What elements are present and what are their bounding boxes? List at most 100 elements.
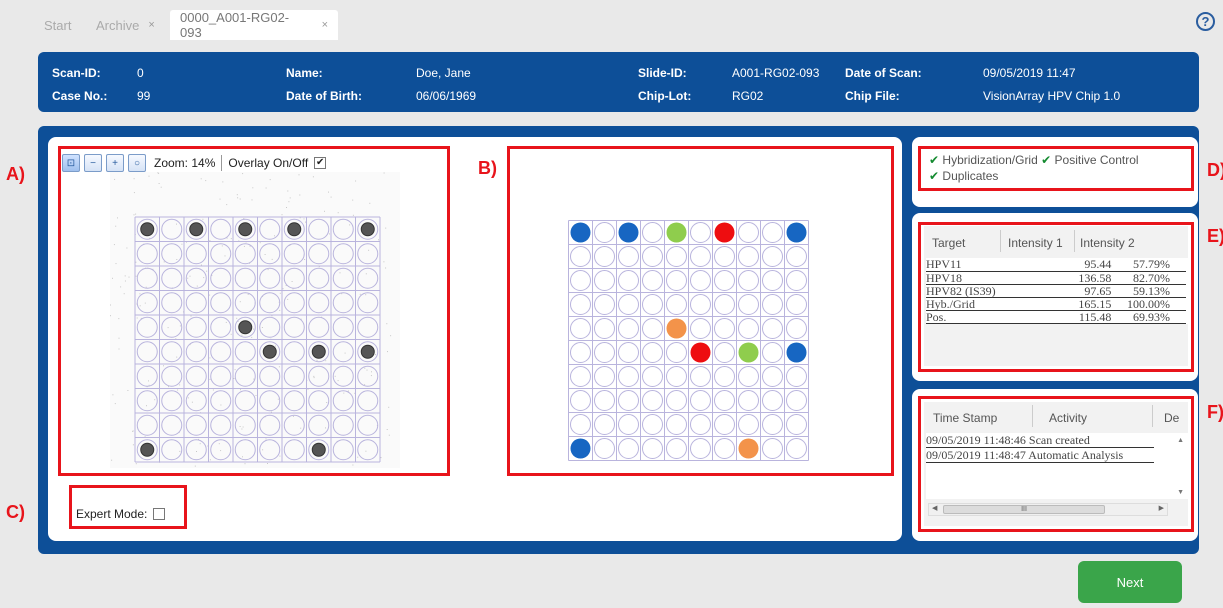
annotation-e: E) xyxy=(1207,226,1223,246)
close-icon[interactable]: × xyxy=(322,19,328,31)
overlay-checkbox[interactable]: ✔ xyxy=(314,157,327,169)
spot-outline xyxy=(714,342,735,363)
texture-speck xyxy=(112,277,113,279)
texture-speck xyxy=(282,288,284,290)
texture-speck xyxy=(209,459,211,461)
texture-speck xyxy=(274,235,275,237)
scroll-thumb[interactable]: III xyxy=(943,505,1105,514)
name-value: Doe, Jane xyxy=(416,66,471,80)
texture-speck xyxy=(326,402,328,403)
texture-speck xyxy=(133,214,135,216)
spot-outline xyxy=(762,222,783,243)
scroll-left-icon[interactable]: ◀ xyxy=(932,504,937,512)
spot-outline xyxy=(762,366,783,387)
texture-speck xyxy=(267,463,268,464)
result-spot-blue xyxy=(570,438,591,459)
table-row[interactable]: Pos. 115.48 69.93% xyxy=(926,310,1186,323)
spot-outline xyxy=(618,246,639,267)
texture-speck xyxy=(133,178,135,180)
texture-speck xyxy=(145,286,147,288)
table-row[interactable]: HPV18 136.58 82.70% xyxy=(926,271,1186,284)
column-header[interactable]: Activity xyxy=(1049,411,1087,425)
scroll-right-icon[interactable]: ▶ xyxy=(1159,504,1164,512)
tab-archive[interactable]: Archive × xyxy=(86,10,165,40)
texture-speck xyxy=(334,375,336,377)
column-header[interactable]: Intensity 2 xyxy=(1080,236,1135,250)
table-row[interactable]: HPV11 95.44 57.79% xyxy=(926,258,1186,271)
texture-speck xyxy=(220,450,222,452)
list-item[interactable]: 09/05/2019 11:48:47 Automatic Analysis xyxy=(926,448,1154,463)
texture-speck xyxy=(387,351,388,353)
texture-speck xyxy=(239,198,241,200)
texture-speck xyxy=(132,431,134,432)
texture-speck xyxy=(205,180,207,182)
texture-speck xyxy=(135,213,137,215)
zoom-reset-icon[interactable]: ○ xyxy=(128,154,146,172)
spot-outline xyxy=(666,414,687,435)
texture-speck xyxy=(313,377,315,379)
column-header[interactable]: De xyxy=(1164,411,1179,425)
spot-outline xyxy=(786,414,807,435)
list-item[interactable]: 09/05/2019 11:48:46 Scan created xyxy=(926,433,1154,448)
spot-outline xyxy=(666,342,687,363)
fit-icon[interactable]: ⊡ xyxy=(62,154,80,172)
spot-outline xyxy=(762,390,783,411)
slide-id-value: A001-RG02-093 xyxy=(732,66,820,80)
texture-speck xyxy=(189,275,191,277)
zoom-out-icon[interactable]: − xyxy=(84,154,102,172)
texture-speck xyxy=(253,328,254,330)
texture-speck xyxy=(209,378,211,380)
texture-speck xyxy=(115,225,117,227)
detected-spot xyxy=(140,442,155,457)
texture-speck xyxy=(241,334,243,336)
close-icon[interactable]: × xyxy=(148,19,154,31)
texture-speck xyxy=(220,404,222,406)
texture-speck xyxy=(244,463,246,465)
spot-outline xyxy=(570,366,591,387)
texture-speck xyxy=(111,459,113,461)
spot-outline xyxy=(690,390,711,411)
table-row[interactable]: Hyb./Grid 165.15 100.00% xyxy=(926,297,1186,310)
chip-lot-label: Chip-Lot: xyxy=(638,89,692,103)
table-cell: 100.00% xyxy=(1127,296,1170,311)
spot-outline xyxy=(786,294,807,315)
scroll-up-icon[interactable]: ▲ xyxy=(1177,437,1184,444)
texture-speck xyxy=(388,406,390,408)
texture-speck xyxy=(313,375,315,377)
texture-speck xyxy=(187,277,189,279)
chip-file-value: VisionArray HPV Chip 1.0 xyxy=(983,89,1121,103)
spot-outline xyxy=(594,366,615,387)
column-header[interactable]: Time Stamp xyxy=(933,411,997,425)
texture-speck xyxy=(352,464,354,466)
table-row[interactable]: HPV82 (IS39) 97.65 59.13% xyxy=(926,284,1186,297)
scroll-down-icon[interactable]: ▼ xyxy=(1177,489,1184,496)
detected-spot xyxy=(189,222,204,237)
log-list: 09/05/2019 11:48:46 Scan created 09/05/20… xyxy=(926,433,1188,463)
column-header[interactable]: Target xyxy=(932,236,965,250)
texture-speck xyxy=(242,456,243,458)
texture-speck xyxy=(269,179,271,181)
tab-start[interactable]: Start xyxy=(34,10,81,40)
texture-speck xyxy=(339,272,341,274)
tab-scan[interactable]: 0000_A001-RG02-093 × xyxy=(170,10,338,40)
texture-speck xyxy=(219,198,221,200)
next-button[interactable]: Next xyxy=(1078,561,1182,603)
texture-speck xyxy=(304,259,306,260)
spot-outline xyxy=(594,222,615,243)
zoom-in-icon[interactable]: + xyxy=(106,154,124,172)
spot-outline xyxy=(690,270,711,291)
texture-speck xyxy=(278,366,280,368)
texture-speck xyxy=(366,369,368,371)
spot-outline xyxy=(594,294,615,315)
texture-speck xyxy=(110,304,111,306)
help-icon[interactable]: ? xyxy=(1196,12,1215,31)
expert-mode-checkbox[interactable] xyxy=(153,508,166,520)
detected-spot xyxy=(287,222,302,237)
column-header[interactable]: Intensity 1 xyxy=(1008,236,1063,250)
horizontal-scrollbar[interactable]: ◀ III ▶ xyxy=(928,503,1168,516)
scan-image[interactable] xyxy=(110,172,400,468)
texture-speck xyxy=(113,244,115,246)
texture-speck xyxy=(386,323,388,325)
texture-speck xyxy=(237,197,239,199)
texture-speck xyxy=(388,434,390,436)
